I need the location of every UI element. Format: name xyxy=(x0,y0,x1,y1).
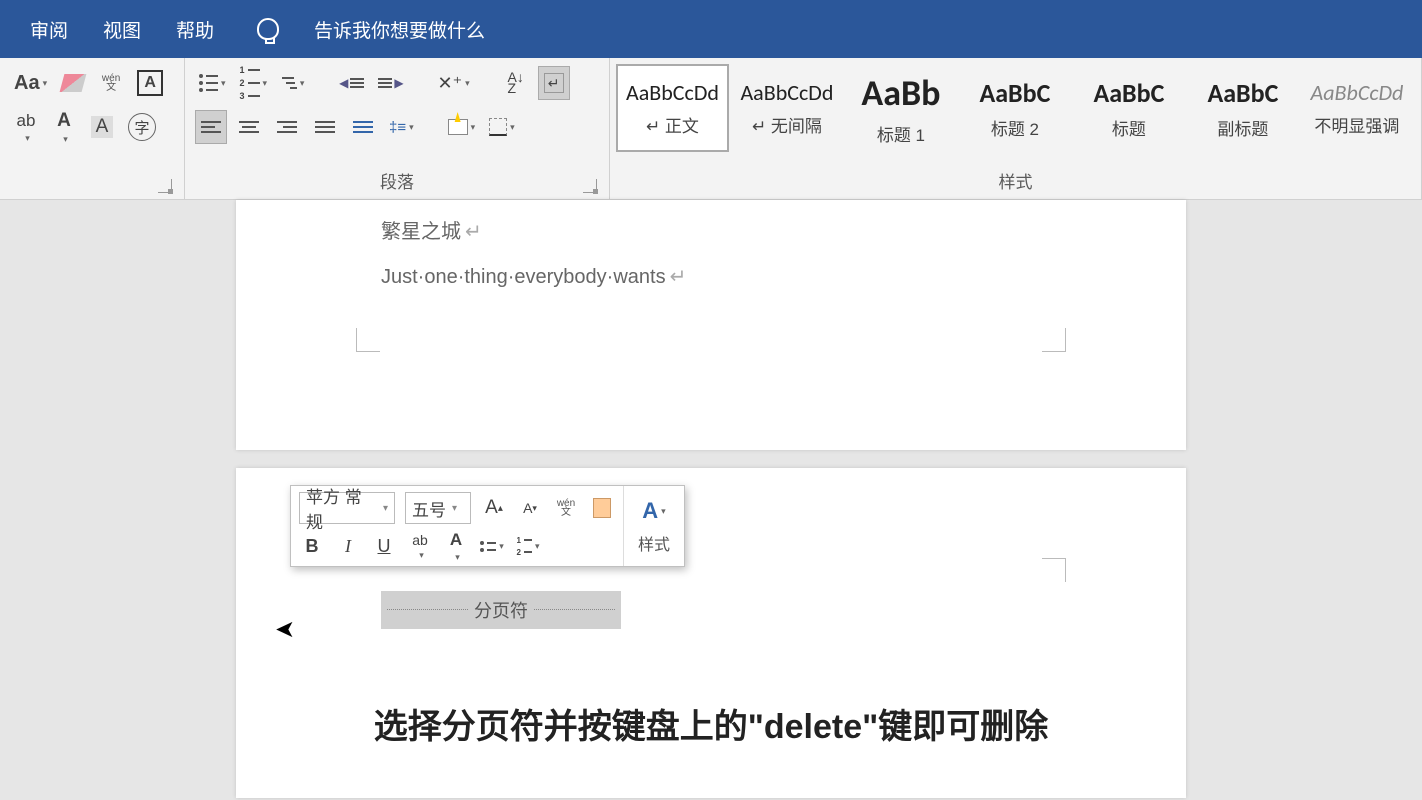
style-item-5[interactable]: AaBbC 副标题 xyxy=(1187,64,1299,152)
tab-review[interactable]: 审阅 xyxy=(30,16,68,43)
mini-size-combo[interactable]: 五号▾ xyxy=(405,492,471,524)
shading-button[interactable] xyxy=(444,110,480,144)
mini-bullets-button[interactable] xyxy=(479,532,505,560)
asian-layout-button[interactable]: ✕⁺ xyxy=(434,66,474,100)
style-preview: AaBb xyxy=(861,71,940,115)
style-item-6[interactable]: AaBbCcDd 不明显强调 xyxy=(1301,64,1413,152)
style-preview: AaBbCcDd xyxy=(626,79,719,106)
mini-phonetic-button[interactable]: wén文 xyxy=(553,494,579,522)
style-item-3[interactable]: AaBbC 标题 2 xyxy=(959,64,1071,152)
multilevel-list-button[interactable] xyxy=(277,66,309,100)
numbering-button[interactable]: 123 xyxy=(236,66,272,100)
phonetic-guide-button[interactable]: wén文 xyxy=(95,66,127,100)
margin-corner-icon xyxy=(1042,558,1066,582)
align-justify-button[interactable] xyxy=(309,110,341,144)
style-name-label: 标题 1 xyxy=(877,121,925,146)
tutorial-caption: 选择分页符并按键盘上的"delete"键即可删除 xyxy=(374,699,1049,748)
cursor-icon: ➤ xyxy=(275,615,295,644)
mini-styles-icon[interactable]: A xyxy=(641,497,667,525)
style-preview: AaBbCcDd xyxy=(740,79,833,106)
ribbon: Aa wén文 A ab A A 字 123 ◀ ▶ xyxy=(0,58,1422,200)
style-preview: AaBbC xyxy=(1207,77,1278,109)
style-name-label: ↵ 无间隔 xyxy=(752,112,822,137)
mini-grow-font-button[interactable]: A▴ xyxy=(481,494,507,522)
char-shading-button[interactable]: A xyxy=(86,110,118,144)
align-right-button[interactable] xyxy=(271,110,303,144)
mini-styles-label[interactable]: 样式 xyxy=(638,531,670,555)
show-marks-button[interactable]: ↵ xyxy=(538,66,570,100)
mini-italic-button[interactable]: I xyxy=(335,532,361,560)
style-gallery: AaBbCcDd ↵ 正文 AaBbCcDd ↵ 无间隔 AaBb 标题 1 AaBbC 标题… xyxy=(616,64,1415,164)
paragraph-mark-icon: ↵ xyxy=(670,266,687,288)
style-name-label: 标题 xyxy=(1112,115,1146,140)
text-line[interactable]: 繁星之城↵ xyxy=(381,215,482,244)
margin-corner-icon xyxy=(1042,328,1066,352)
font-group: Aa wén文 A ab A A 字 xyxy=(0,58,185,199)
style-item-4[interactable]: AaBbC 标题 xyxy=(1073,64,1185,152)
title-bar: 审阅 视图 帮助 告诉我你想要做什么 xyxy=(0,0,1422,58)
clear-format-button[interactable] xyxy=(57,66,89,100)
font-color-button[interactable]: A xyxy=(48,110,80,144)
mini-underline-button[interactable]: U xyxy=(371,532,397,560)
mini-bold-button[interactable]: B xyxy=(299,532,325,560)
borders-button[interactable] xyxy=(485,110,519,144)
bullets-button[interactable] xyxy=(195,66,230,100)
font-group-label xyxy=(6,189,178,199)
margin-corner-icon xyxy=(356,328,380,352)
change-case-button[interactable]: Aa xyxy=(10,66,51,100)
style-item-1[interactable]: AaBbCcDd ↵ 无间隔 xyxy=(731,64,843,152)
increase-indent-button[interactable]: ▶ xyxy=(374,66,407,100)
line-spacing-button[interactable]: ‡≡ xyxy=(385,110,418,144)
align-left-button[interactable] xyxy=(195,110,227,144)
style-name-label: 副标题 xyxy=(1217,115,1268,140)
style-preview: AaBbCcDd xyxy=(1311,79,1404,106)
page-break-marker[interactable]: 分页符 xyxy=(381,591,621,629)
styles-group-label: 样式 xyxy=(616,164,1415,199)
style-item-2[interactable]: AaBb 标题 1 xyxy=(845,64,957,152)
style-name-label: 标题 2 xyxy=(991,115,1039,140)
text-line[interactable]: Just·one·thing·everybody·wants↵ xyxy=(381,264,686,289)
sort-button[interactable]: A↓Z xyxy=(500,66,532,100)
style-name-label: ↵ 正文 xyxy=(646,112,699,137)
styles-group: AaBbCcDd ↵ 正文 AaBbCcDd ↵ 无间隔 AaBb 标题 1 AaBbC 标题… xyxy=(610,58,1422,199)
paragraph-group-label: 段落 xyxy=(191,164,603,199)
style-item-0[interactable]: AaBbCcDd ↵ 正文 xyxy=(616,64,729,152)
paragraph-group: 123 ◀ ▶ ✕⁺ A↓Z ↵ ‡≡ xyxy=(185,58,610,199)
mini-format-painter-button[interactable] xyxy=(589,494,615,522)
distributed-button[interactable] xyxy=(347,110,379,144)
char-border-button[interactable]: A xyxy=(133,66,167,100)
mini-shrink-font-button[interactable]: A▾ xyxy=(517,494,543,522)
enclose-char-button[interactable]: 字 xyxy=(124,110,160,144)
style-preview: AaBbC xyxy=(979,77,1050,109)
page-1[interactable]: 繁星之城↵ Just·one·thing·everybody·wants↵ xyxy=(236,200,1186,450)
paragraph-launcher-icon[interactable] xyxy=(583,179,597,193)
mini-font-combo[interactable]: 苹方 常规▾ xyxy=(299,492,395,524)
paragraph-mark-icon: ↵ xyxy=(465,221,482,243)
font-launcher-icon[interactable] xyxy=(158,179,172,193)
mini-toolbar: 苹方 常规▾ 五号▾ A▴ A▾ wén文 B I U ab A 12 A 样式 xyxy=(290,485,685,567)
style-preview: AaBbC xyxy=(1093,77,1164,109)
tell-me-input[interactable]: 告诉我你想要做什么 xyxy=(314,16,485,43)
mini-highlight-button[interactable]: ab xyxy=(407,532,433,560)
lightbulb-icon xyxy=(257,18,279,40)
tab-view[interactable]: 视图 xyxy=(103,16,141,43)
mini-font-color-button[interactable]: A xyxy=(443,532,469,560)
highlight-button[interactable]: ab xyxy=(10,110,42,144)
decrease-indent-button[interactable]: ◀ xyxy=(335,66,368,100)
tab-help[interactable]: 帮助 xyxy=(176,16,214,43)
style-name-label: 不明显强调 xyxy=(1314,112,1399,137)
mini-numbering-button[interactable]: 12 xyxy=(515,532,541,560)
align-center-button[interactable] xyxy=(233,110,265,144)
